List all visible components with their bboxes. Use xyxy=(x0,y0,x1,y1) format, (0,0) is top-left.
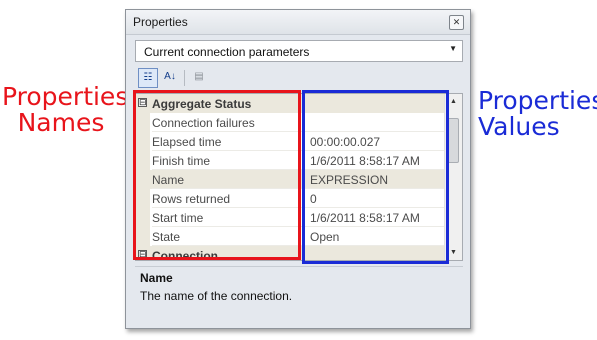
toolbar-separator xyxy=(184,70,185,86)
categorized-icon[interactable]: ☷ xyxy=(138,68,158,88)
alphabetical-icon[interactable]: A↓ xyxy=(160,68,180,88)
annotation-line-1: Properties xyxy=(2,82,129,111)
chevron-down-icon[interactable]: ▼ xyxy=(449,44,457,53)
property-names-highlight xyxy=(133,90,301,260)
description-panel: Name The name of the connection. xyxy=(135,266,463,323)
properties-values-annotation: Properties Values xyxy=(478,88,597,140)
property-pages-icon[interactable]: ▤ xyxy=(189,68,209,88)
property-values-highlight xyxy=(302,90,449,264)
annotation-line-2: Names xyxy=(17,108,105,137)
object-selector-dropdown[interactable]: Current connection parameters ▼ xyxy=(135,40,463,62)
title-bar: Properties ✕ xyxy=(126,10,470,35)
description-title: Name xyxy=(140,271,173,285)
close-icon[interactable]: ✕ xyxy=(449,15,464,30)
properties-names-annotation: Properties Names xyxy=(2,82,129,137)
dropdown-selected-value: Current connection parameters xyxy=(144,45,310,59)
window-title: Properties xyxy=(133,15,188,29)
description-text: The name of the connection. xyxy=(140,289,293,303)
annotation-line-2: Values xyxy=(478,112,560,141)
annotation-line-1: Properties xyxy=(478,86,597,115)
